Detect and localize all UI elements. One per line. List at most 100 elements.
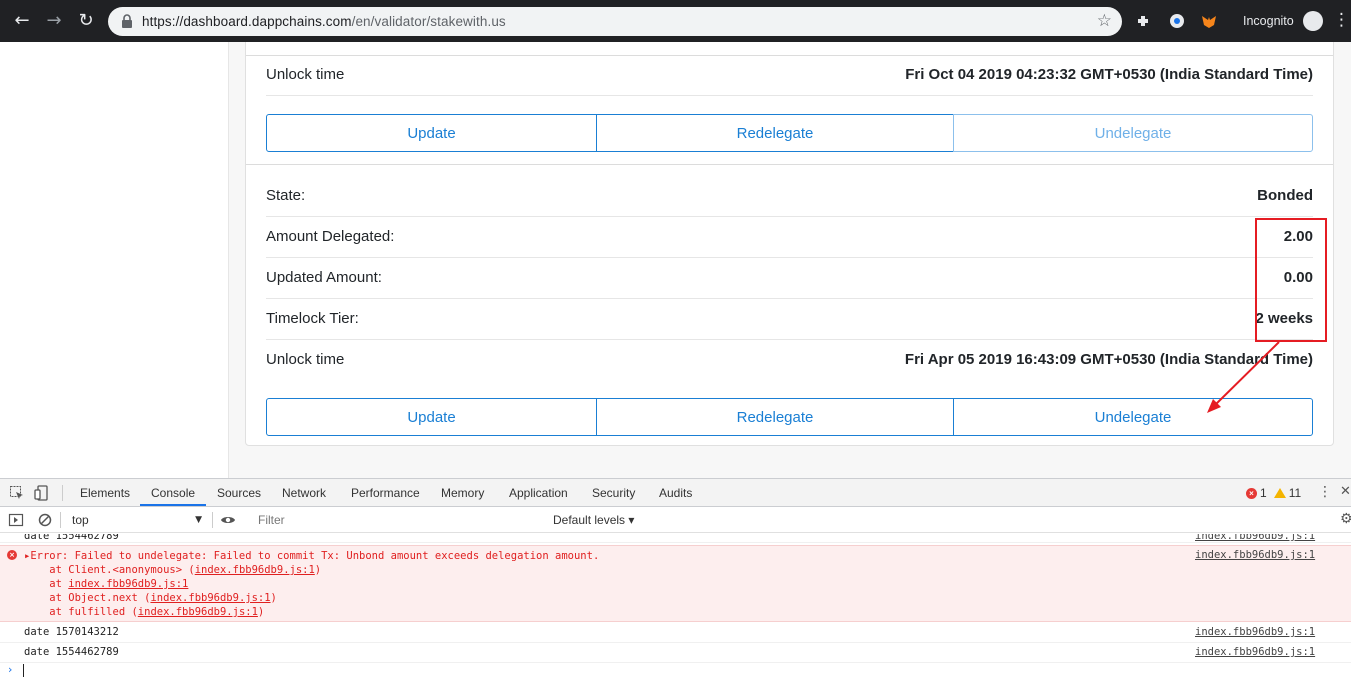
devtools-tabbar: Elements Console Sources Network Perform…: [0, 479, 1351, 507]
eye-icon[interactable]: [220, 512, 236, 528]
device-toolbar-icon[interactable]: [34, 485, 50, 501]
source-link[interactable]: index.fbb96db9.js:1: [1195, 626, 1315, 638]
row-label: Unlock time: [266, 66, 345, 83]
state-row: State: Bonded: [266, 176, 1313, 217]
page-content: Unlock time Fri Oct 04 2019 04:23:32 GMT…: [0, 42, 1351, 478]
context-value: top: [72, 513, 89, 527]
delegation-actions: Update Redelegate Undelegate: [266, 114, 1313, 152]
bookmark-star-icon[interactable]: ☆: [1097, 11, 1112, 31]
updated-amount-row: Updated Amount: 0.00: [266, 258, 1313, 299]
error-stack: ▸Error: Failed to undelegate: Failed to …: [24, 549, 599, 619]
row-label: State:: [266, 187, 306, 204]
tab-application[interactable]: Application: [509, 486, 568, 500]
sidebar-toggle-icon[interactable]: [8, 512, 24, 528]
unlock-time-row: Unlock time Fri Apr 05 2019 16:43:09 GMT…: [266, 340, 1313, 381]
console-message: date 1554462789 index.fbb96db9.js:1: [0, 643, 1351, 663]
delegation-card: Unlock time Fri Oct 04 2019 04:23:32 GMT…: [245, 42, 1334, 446]
toolbar-divider: [212, 512, 213, 528]
message-text: date 1554462789: [24, 646, 119, 658]
stack-frame: at Object.next (index.fbb96db9.js:1): [24, 592, 277, 604]
extension-shield-icon[interactable]: [1168, 12, 1186, 30]
lock-icon: [122, 14, 132, 28]
redelegate-button[interactable]: Redelegate: [596, 398, 954, 436]
incognito-label: Incognito: [1243, 14, 1294, 28]
tab-sources[interactable]: Sources: [217, 486, 261, 500]
source-link[interactable]: index.fbb96db9.js:1: [1195, 646, 1315, 658]
error-text[interactable]: ▸Error: Failed to undelegate: Failed to …: [24, 550, 599, 562]
tab-security[interactable]: Security: [592, 486, 635, 500]
console-toolbar: top ▼ Default levels ▾ ⚙: [0, 507, 1351, 533]
chevron-down-icon: ▼: [195, 515, 202, 525]
unlock-time-row: Unlock time Fri Oct 04 2019 04:23:32 GMT…: [266, 55, 1313, 96]
undelegate-button[interactable]: Undelegate: [953, 398, 1313, 436]
filter-input[interactable]: [252, 511, 546, 529]
back-arrow-icon[interactable]: ←: [12, 11, 32, 31]
row-label: Timelock Tier:: [266, 310, 359, 327]
update-button[interactable]: Update: [266, 114, 597, 152]
row-value: Bonded: [1257, 187, 1313, 204]
console-input[interactable]: [23, 664, 24, 677]
stack-frame: at index.fbb96db9.js:1: [24, 578, 189, 590]
annotation-highlight-box: [1255, 218, 1327, 342]
error-count: 1: [1260, 486, 1267, 500]
stack-frame: at Client.<anonymous> (index.fbb96db9.js…: [24, 564, 322, 576]
issue-counter[interactable]: × 1 11: [1246, 486, 1301, 500]
log-levels-dropdown[interactable]: Default levels ▾: [553, 513, 634, 527]
delegation-actions: Update Redelegate Undelegate: [266, 398, 1313, 436]
redelegate-button[interactable]: Redelegate: [596, 114, 954, 152]
url-text: https://dashboard.dappchains.com/en/vali…: [142, 14, 506, 29]
clear-console-icon[interactable]: [37, 512, 53, 528]
warning-count: 11: [1288, 486, 1302, 500]
toolbar-divider: [62, 485, 63, 501]
inspect-element-icon[interactable]: [9, 485, 25, 501]
left-sidebar: [0, 42, 229, 478]
message-text: date 1570143212: [24, 626, 119, 638]
reload-icon[interactable]: ↻: [76, 11, 96, 31]
tab-audits[interactable]: Audits: [659, 486, 692, 500]
tab-network[interactable]: Network: [282, 486, 326, 500]
incognito-icon[interactable]: [1303, 11, 1323, 31]
message-text: date 1554462789: [24, 534, 119, 542]
stack-link[interactable]: index.fbb96db9.js:1: [68, 578, 188, 590]
forward-arrow-icon[interactable]: →: [44, 11, 64, 31]
toolbar-divider: [60, 512, 61, 528]
console-message: date 1554462789 index.fbb96db9.js:1: [0, 534, 1351, 543]
row-label: Updated Amount:: [266, 269, 382, 286]
stack-link[interactable]: index.fbb96db9.js:1: [150, 592, 270, 604]
update-button[interactable]: Update: [266, 398, 597, 436]
gear-icon[interactable]: ⚙: [1340, 511, 1351, 527]
context-selector[interactable]: top ▼: [66, 511, 206, 529]
console-error-message: × ▸Error: Failed to undelegate: Failed t…: [0, 545, 1351, 622]
warning-icon: [1273, 488, 1286, 498]
stack-link[interactable]: index.fbb96db9.js:1: [195, 564, 315, 576]
stack-link[interactable]: index.fbb96db9.js:1: [138, 606, 258, 618]
extension-puzzle-icon[interactable]: [1135, 12, 1153, 30]
error-icon: ×: [7, 550, 17, 560]
row-label: Amount Delegated:: [266, 228, 395, 245]
row-value: Fri Oct 04 2019 04:23:32 GMT+0530 (India…: [905, 66, 1313, 83]
card-divider: [246, 164, 1333, 165]
row-label: Unlock time: [266, 351, 345, 368]
console-prompt-icon: ›: [8, 663, 13, 676]
address-bar[interactable]: https://dashboard.dappchains.com/en/vali…: [108, 7, 1122, 36]
error-icon: ×: [1246, 487, 1257, 499]
console-output: date 1554462789 index.fbb96db9.js:1 × ▸E…: [0, 534, 1351, 696]
active-tab-indicator: [140, 504, 206, 506]
tab-performance[interactable]: Performance: [351, 486, 420, 500]
amount-delegated-row: Amount Delegated: 2.00: [266, 217, 1313, 258]
tab-console[interactable]: Console: [151, 486, 195, 500]
tab-elements[interactable]: Elements: [80, 486, 130, 500]
browser-toolbar: ← → ↻ https://dashboard.dappchains.com/e…: [0, 0, 1351, 42]
row-value: Fri Apr 05 2019 16:43:09 GMT+0530 (India…: [904, 351, 1313, 368]
devtools-menu-icon[interactable]: ⋮: [1318, 484, 1332, 500]
undelegate-button[interactable]: Undelegate: [953, 114, 1313, 152]
tab-memory[interactable]: Memory: [441, 486, 484, 500]
console-message: date 1570143212 index.fbb96db9.js:1: [0, 623, 1351, 643]
source-link[interactable]: index.fbb96db9.js:1: [1195, 534, 1315, 542]
browser-menu-icon[interactable]: ⋮: [1333, 10, 1350, 30]
source-link[interactable]: index.fbb96db9.js:1: [1195, 549, 1315, 561]
stack-frame: at fulfilled (index.fbb96db9.js:1): [24, 606, 265, 618]
metamask-fox-icon[interactable]: [1200, 12, 1218, 30]
devtools-panel: Elements Console Sources Network Perform…: [0, 478, 1351, 695]
close-icon[interactable]: ✕: [1340, 484, 1351, 499]
